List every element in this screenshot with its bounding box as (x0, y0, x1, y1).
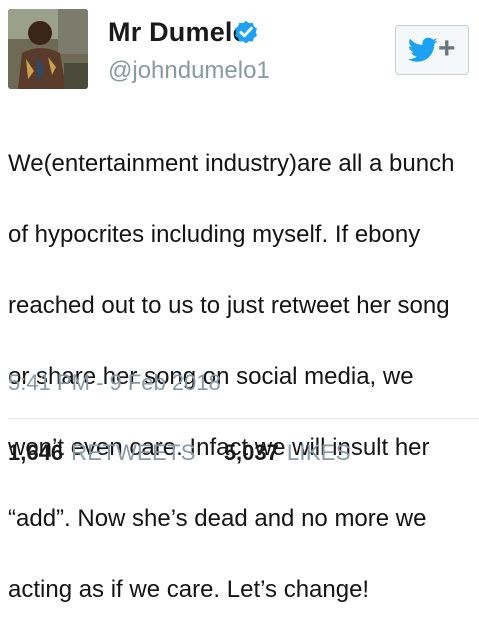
follow-plus-icon: + (438, 32, 456, 65)
engagement-stats: 1,646 RETWEETS 5,037 LIKES (8, 440, 351, 466)
retweets-label: RETWEETS (71, 440, 196, 465)
tweet-line: reached out to us to just retweet her so… (8, 291, 450, 319)
retweets-count: 1,646 (8, 440, 64, 465)
tweet-line: “add”. Now she’s dead and no more we (8, 504, 427, 532)
avatar[interactable] (8, 9, 88, 89)
divider (8, 418, 479, 419)
likes-label: LIKES (286, 440, 351, 465)
retweets-stat[interactable]: 1,646 RETWEETS (8, 440, 196, 466)
twitter-bird-icon (408, 37, 438, 62)
tweet-card: Mr Dumelo @johndumelo1 + We(entertainmen… (0, 0, 479, 603)
follow-button[interactable]: + (395, 25, 469, 75)
tweet-line: acting as if we care. Let’s change! (8, 575, 370, 603)
tweet-line: We(entertainment industry)are all a bunc… (8, 149, 455, 177)
user-handle[interactable]: @johndumelo1 (108, 57, 270, 85)
likes-count: 5,037 (223, 440, 279, 465)
tweet-timestamp[interactable]: 5:41 PM - 9 Feb 2018 (8, 370, 221, 396)
display-name[interactable]: Mr Dumelo (108, 17, 249, 48)
likes-stat[interactable]: 5,037 LIKES (224, 440, 351, 466)
verified-badge-icon (235, 20, 257, 44)
tweet-line: of hypocrites including myself. If ebony (8, 220, 421, 248)
